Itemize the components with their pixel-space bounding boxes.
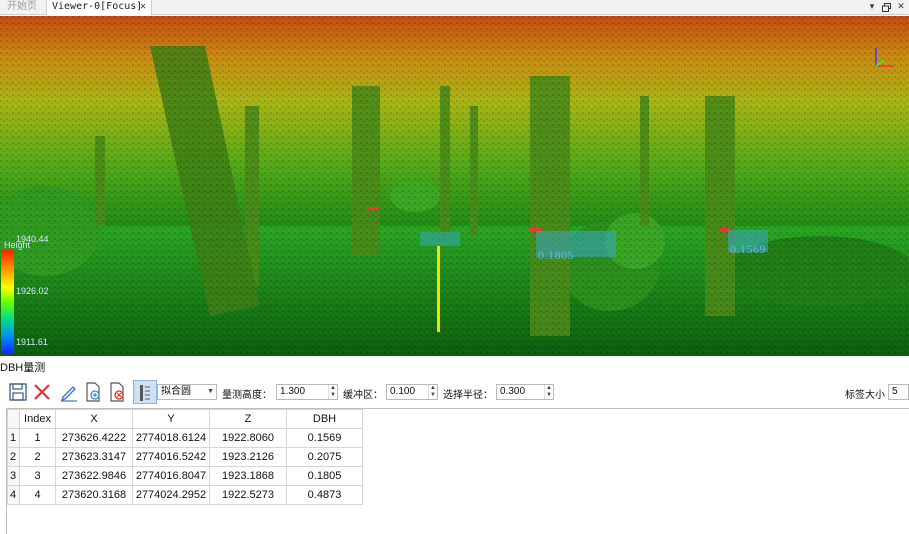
cell-index[interactable]: 2 [19, 447, 56, 467]
tag-size-input[interactable]: 5 [888, 384, 909, 400]
cell-z[interactable]: 1922.8060 [209, 428, 287, 448]
tab-start-page[interactable]: 开始页 [2, 0, 42, 15]
table-row[interactable]: 1 1 273626.4222 2774018.6124 1922.8060 0… [7, 428, 363, 448]
column-header-z[interactable]: Z [209, 409, 287, 429]
cell-index[interactable]: 1 [19, 428, 56, 448]
cell-dbh[interactable]: 0.1569 [286, 428, 363, 448]
cell-dbh[interactable]: 0.1805 [286, 466, 363, 486]
height-input[interactable]: 1.300 ▲ ▼ [276, 384, 338, 400]
radius-label: 选择半径： [443, 390, 493, 401]
column-header-dbh[interactable]: DBH [286, 409, 363, 429]
cell-y[interactable]: 2774016.8047 [132, 466, 210, 486]
table-row[interactable]: 4 4 273620.3168 2774024.2952 1922.5273 0… [7, 485, 363, 505]
cell-y[interactable]: 2774016.5242 [132, 447, 210, 467]
table-header-row: Index X Y Z DBH [7, 409, 363, 429]
save-button[interactable] [6, 380, 30, 404]
point-cloud-canvas [0, 16, 909, 356]
document-tab-bar: 开始页 Viewer-0[Focus] ✕ ▾ ✕ [0, 0, 909, 15]
cell-z[interactable]: 1923.2126 [209, 447, 287, 467]
buffer-input[interactable]: 0.100 ▲ ▼ [386, 384, 438, 400]
chevron-down-icon: ▼ [207, 388, 214, 395]
cell-dbh[interactable]: 0.4873 [286, 485, 363, 505]
column-header-x[interactable]: X [55, 409, 133, 429]
export-button[interactable] [81, 380, 105, 404]
tab-viewer-label: Viewer-0[Focus] [52, 1, 143, 12]
cell-z[interactable]: 1923.1868 [209, 466, 287, 486]
window-restore-icon[interactable] [880, 0, 892, 15]
export-icon [86, 382, 100, 402]
delete-button[interactable] [30, 380, 54, 404]
height-legend-min: 1911.61 [16, 337, 48, 347]
radius-value: 0.300 [500, 386, 526, 397]
stepper-icon[interactable]: ▲ ▼ [544, 385, 553, 399]
fit-mode-toggle[interactable] [133, 380, 157, 404]
height-label: 量测高度： [222, 390, 272, 401]
height-legend-mid: 1926.02 [16, 286, 49, 296]
dbh-toolbar: 拟合圆 ▼ 量测高度： 1.300 ▲ ▼ 缓冲区： 0.100 ▲ ▼ 选择半径：… [0, 378, 909, 406]
tab-close-icon[interactable]: ✕ [140, 0, 146, 14]
cell-y[interactable]: 2774024.2952 [132, 485, 210, 505]
cell-y[interactable]: 2774018.6124 [132, 428, 210, 448]
row-number[interactable]: 1 [7, 428, 20, 448]
delete-icon [34, 384, 50, 400]
window-dropdown-icon[interactable]: ▾ [866, 0, 878, 15]
height-legend-max: 1940.44 [16, 234, 49, 244]
buffer-label: 缓冲区： [343, 390, 383, 401]
dbh-marker-label: 0.1805 [538, 248, 574, 262]
table-corner[interactable] [7, 409, 20, 429]
fit-mode-icon [140, 385, 150, 401]
dbh-results-table: Index X Y Z DBH 1 1 273626.4222 2774018.… [6, 408, 909, 534]
height-color-ramp [1, 250, 14, 354]
app-window: 开始页 Viewer-0[Focus] ✕ ▾ ✕ Height 1940.44… [0, 0, 909, 534]
window-close-icon[interactable]: ✕ [895, 0, 907, 15]
panel-title: DBH量测 [0, 362, 46, 374]
cell-x[interactable]: 273622.9846 [55, 466, 133, 486]
tag-size-value: 5 [892, 386, 898, 397]
clear-button[interactable] [105, 380, 129, 404]
column-header-index[interactable]: Index [19, 409, 56, 429]
row-number[interactable]: 4 [7, 485, 20, 505]
edit-button[interactable] [57, 380, 81, 404]
dbh-marker-label: 0.1569 [730, 242, 766, 256]
row-number[interactable]: 2 [7, 447, 20, 467]
cell-x[interactable]: 273620.3168 [55, 485, 133, 505]
point-cloud-viewer[interactable]: Height 1940.44 1926.02 1911.61 0.1805 0.… [0, 16, 909, 356]
clear-icon [110, 382, 124, 402]
cell-x[interactable]: 273623.3147 [55, 447, 133, 467]
edit-icon [60, 386, 77, 402]
stepper-icon[interactable]: ▲ ▼ [428, 385, 437, 399]
row-number[interactable]: 3 [7, 466, 20, 486]
table-row[interactable]: 3 3 273622.9846 2774016.8047 1923.1868 0… [7, 466, 363, 486]
height-value: 1.300 [280, 386, 306, 397]
cell-z[interactable]: 1922.5273 [209, 485, 287, 505]
column-header-y[interactable]: Y [132, 409, 210, 429]
cell-index[interactable]: 3 [19, 466, 56, 486]
buffer-value: 0.100 [390, 386, 416, 397]
cell-dbh[interactable]: 0.2075 [286, 447, 363, 467]
cell-index[interactable]: 4 [19, 485, 56, 505]
tag-size-label: 标签大小 [845, 390, 885, 401]
save-icon [9, 383, 27, 401]
fit-method-select[interactable]: 拟合圆 ▼ [157, 384, 217, 400]
stepper-icon[interactable]: ▲ ▼ [328, 385, 337, 399]
table-row[interactable]: 2 2 273623.3147 2774016.5242 1923.2126 0… [7, 447, 363, 467]
tab-viewer[interactable]: Viewer-0[Focus] ✕ [46, 0, 152, 15]
fit-method-value: 拟合圆 [161, 386, 191, 397]
radius-input[interactable]: 0.300 ▲ ▼ [496, 384, 554, 400]
cell-x[interactable]: 273626.4222 [55, 428, 133, 448]
